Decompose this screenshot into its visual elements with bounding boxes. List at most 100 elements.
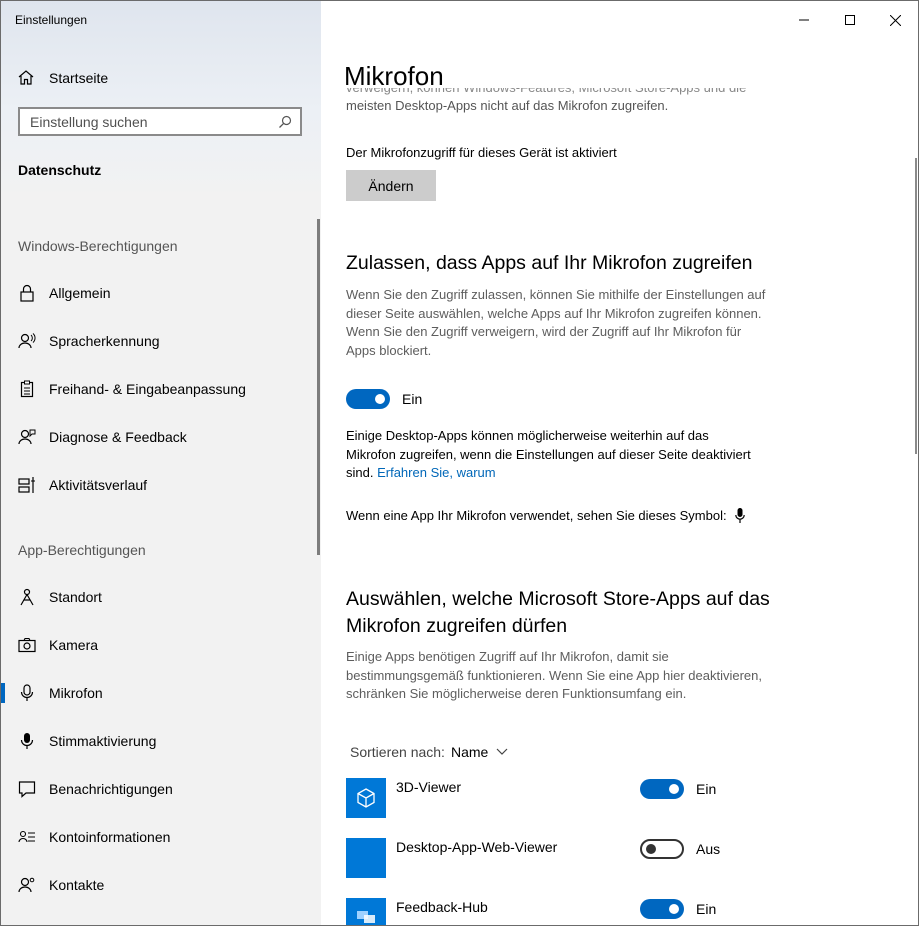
app-name: 3D-Viewer	[396, 779, 462, 795]
sort-value: Name	[450, 744, 489, 760]
home-icon	[18, 70, 34, 85]
maximize-button[interactable]	[827, 5, 873, 35]
microphone-icon	[17, 683, 37, 703]
store-heading-line: Mikrofon zugreifen dürfen	[346, 615, 568, 637]
app-toggle-feedback-hub[interactable]	[640, 899, 684, 919]
symbol-note-text: Wenn eine App Ihr Mikrofon verwendet, se…	[346, 508, 727, 523]
allow-desc-line: Wenn Sie den Zugriff zulassen, können Si…	[346, 287, 766, 302]
sidebar-item-label: Diagnose & Feedback	[49, 429, 187, 445]
toggle-state-label: Aus	[696, 841, 721, 857]
app-toggle-3d-viewer[interactable]	[640, 779, 684, 799]
close-icon	[889, 14, 901, 26]
lock-icon	[17, 283, 37, 303]
sidebar-item-freihand[interactable]: Freihand- & Eingabeanpassung	[1, 369, 319, 409]
desktop-note-line: Einige Desktop-Apps können möglicherweis…	[346, 428, 709, 443]
sidebar-item-standort[interactable]: Standort	[1, 577, 319, 617]
sidebar-item-label: Stimmaktivierung	[49, 733, 157, 749]
allow-desc-line: dieser Seite auswählen, welche Apps auf …	[346, 305, 762, 321]
store-desc-line: Einige Apps benötigen Zugriff auf Ihr Mi…	[346, 649, 669, 664]
allow-description: Wenn Sie den Zugriff zulassen, können Si…	[346, 286, 816, 360]
device-access-status: Der Mikrofonzugriff für dieses Gerät ist…	[346, 145, 617, 160]
toggle-state-label: Ein	[696, 781, 717, 797]
feedback-hub-icon	[346, 898, 386, 925]
close-button[interactable]	[872, 5, 918, 35]
window-title: Einstellungen	[15, 13, 88, 27]
home-label: Startseite	[49, 70, 109, 86]
sidebar-item-label: Kontoinformationen	[49, 829, 171, 845]
account-info-icon	[17, 827, 37, 847]
contacts-icon	[17, 875, 37, 895]
section-title: Datenschutz	[18, 162, 102, 178]
microphone-symbol-icon	[734, 508, 745, 524]
learn-more-link[interactable]: Erfahren Sie, warum	[377, 465, 496, 480]
store-apps-heading: Auswählen, welche Microsoft Store-Apps a…	[346, 586, 770, 640]
desktop-note-line: sind.	[346, 465, 374, 480]
sidebar-item-label: Spracherkennung	[49, 333, 160, 349]
sidebar-item-stimmaktivierung[interactable]: Stimmaktivierung	[1, 721, 319, 761]
settings-window: Einstellungen Startseite Einstellung suc…	[0, 0, 919, 926]
search-icon[interactable]	[278, 115, 292, 129]
voice-activation-icon	[17, 731, 37, 751]
sort-label: Sortieren nach:	[350, 744, 445, 760]
app-toggle-row: Ein	[640, 899, 716, 919]
allow-desc-line: Wenn Sie den Zugriff verweigern, wird de…	[346, 324, 742, 339]
clipboard-icon	[17, 379, 37, 399]
sidebar-item-label: Freihand- & Eingabeanpassung	[49, 381, 246, 397]
sidebar-item-aktivitaetsverlauf[interactable]: Aktivitätsverlauf	[1, 465, 319, 505]
allow-heading: Zulassen, dass Apps auf Ihr Mikrofon zug…	[346, 252, 753, 274]
sidebar-item-benachrichtigungen[interactable]: Benachrichtigungen	[1, 769, 319, 809]
location-icon	[17, 587, 37, 607]
maximize-icon	[845, 15, 855, 25]
app-name: Feedback-Hub	[396, 899, 488, 915]
sidebar-item-label: Standort	[49, 589, 102, 605]
desktop-note-line: Mikrofon zugreifen, wenn die Einstellung…	[346, 446, 751, 462]
3d-cube-icon	[346, 778, 386, 818]
change-button[interactable]: Ändern	[346, 170, 436, 201]
app-name: Desktop-App-Web-Viewer	[396, 839, 558, 855]
sidebar: Einstellungen Startseite Einstellung suc…	[1, 1, 321, 925]
app-toggle-row: Ein	[640, 779, 716, 799]
allow-access-toggle[interactable]	[346, 389, 390, 409]
page-title: Mikrofon	[344, 61, 444, 91]
allow-desc-line: Apps blockiert.	[346, 342, 432, 358]
sidebar-item-label: Kontakte	[49, 877, 105, 893]
store-desc-line: bestimmungsgemäß funktionieren. Wenn Sie…	[346, 667, 762, 683]
toggle-state-label: Ein	[402, 391, 423, 407]
search-input[interactable]: Einstellung suchen	[18, 107, 302, 136]
toggle-state-label: Ein	[696, 901, 717, 917]
sidebar-item-label: Benachrichtigungen	[49, 781, 173, 797]
store-heading-line: Auswählen, welche Microsoft Store-Apps a…	[346, 588, 770, 610]
sort-dropdown[interactable]: Sortieren nach: Name	[350, 744, 508, 760]
sidebar-item-label: Mikrofon	[49, 685, 103, 701]
sidebar-item-kamera[interactable]: Kamera	[1, 625, 319, 665]
speech-icon	[17, 331, 37, 351]
chevron-down-icon	[496, 748, 508, 755]
symbol-note: Wenn eine App Ihr Mikrofon verwendet, se…	[346, 507, 745, 526]
camera-icon	[17, 635, 37, 655]
main-content: Mikrofon verweigern, können Windows-Feat…	[321, 1, 918, 925]
blank-tile-icon	[346, 838, 386, 878]
clipped-text-bottom: meisten Desktop-Apps nicht auf das Mikro…	[346, 98, 669, 113]
main-scrollbar[interactable]	[915, 158, 917, 454]
sidebar-item-label: Aktivitätsverlauf	[49, 477, 148, 493]
search-placeholder: Einstellung suchen	[30, 113, 148, 130]
windows-permissions-label: Windows-Berechtigungen	[18, 238, 178, 254]
sidebar-item-allgemein[interactable]: Allgemein	[1, 273, 319, 313]
sidebar-scrollbar[interactable]	[317, 219, 320, 555]
sidebar-item-spracherkennung[interactable]: Spracherkennung	[1, 321, 319, 361]
store-desc-line: schränken Sie möglicherweise deren Funkt…	[346, 686, 687, 701]
minimize-icon	[799, 19, 809, 21]
minimize-button[interactable]	[781, 5, 827, 35]
sidebar-item-kontoinformationen[interactable]: Kontoinformationen	[1, 817, 319, 857]
sidebar-item-diagnose[interactable]: Diagnose & Feedback	[1, 417, 319, 457]
timeline-icon	[17, 475, 37, 495]
app-toggle-desktop-app-web-viewer[interactable]	[640, 839, 684, 859]
allow-toggle-row: Ein	[346, 389, 422, 409]
sidebar-item-label: Kamera	[49, 637, 99, 653]
home-nav-item[interactable]: Startseite	[17, 67, 108, 89]
feedback-icon	[17, 427, 37, 447]
sidebar-item-mikrofon[interactable]: Mikrofon	[1, 673, 319, 713]
sidebar-item-kontakte[interactable]: Kontakte	[1, 865, 319, 905]
clipped-description: verweigern, können Windows-Features, Mic…	[346, 88, 786, 115]
store-apps-description: Einige Apps benötigen Zugriff auf Ihr Mi…	[346, 648, 816, 704]
